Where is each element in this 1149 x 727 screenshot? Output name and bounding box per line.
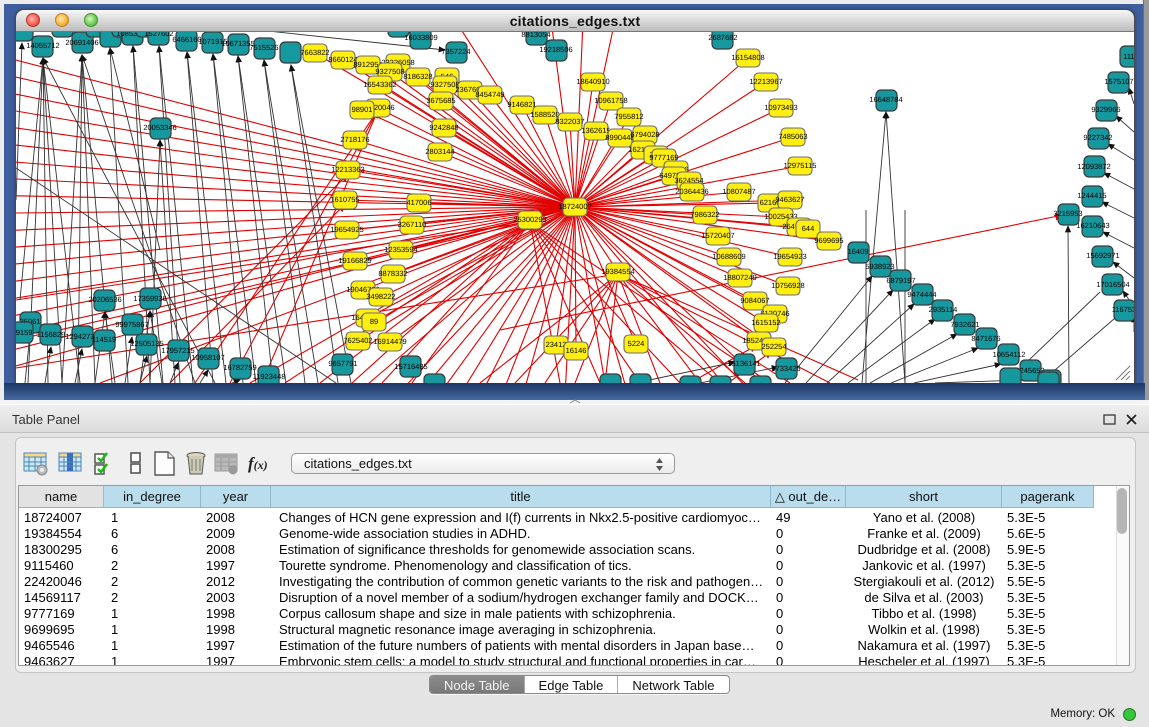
svg-text:23412: 23412	[546, 340, 567, 349]
svg-text:9084067: 9084067	[740, 296, 769, 305]
svg-text:98901: 98901	[352, 105, 373, 114]
svg-text:3498222: 3498222	[366, 292, 395, 301]
svg-text:2687682: 2687682	[708, 33, 737, 42]
svg-text:17016504: 17016504	[1096, 280, 1129, 289]
svg-text:20053346: 20053346	[143, 123, 176, 132]
svg-text:6879197: 6879197	[886, 276, 915, 285]
svg-text:9242848: 9242848	[429, 123, 458, 132]
svg-text:19218506: 19218506	[539, 45, 572, 54]
svg-text:16543362: 16543362	[363, 80, 396, 89]
svg-text:8471676: 8471676	[971, 334, 1000, 343]
svg-text:15720407: 15720407	[701, 231, 734, 240]
svg-text:89: 89	[370, 317, 378, 326]
svg-text:12213967: 12213967	[749, 77, 782, 86]
svg-text:6466160: 6466160	[172, 35, 201, 44]
svg-text:2718176: 2718176	[340, 135, 369, 144]
svg-text:8813054: 8813054	[521, 32, 550, 39]
svg-text:7663822: 7663822	[300, 48, 329, 57]
svg-text:417006: 417006	[406, 198, 431, 207]
svg-text:10688609: 10688609	[712, 252, 745, 261]
svg-text:25300293: 25300293	[513, 215, 546, 224]
svg-text:17957215: 17957215	[161, 346, 194, 355]
svg-text:12505135: 12505135	[130, 339, 163, 348]
svg-text:10756928: 10756928	[771, 281, 804, 290]
svg-text:16033809: 16033809	[404, 33, 437, 42]
svg-text:19654925: 19654925	[330, 225, 363, 234]
svg-text:116753: 116753	[1112, 305, 1134, 314]
svg-text:2803144: 2803144	[425, 147, 454, 156]
svg-text:16782759: 16782759	[223, 363, 256, 372]
svg-text:7515526: 7515526	[249, 43, 278, 52]
svg-text:1117: 1117	[1123, 52, 1134, 61]
svg-text:7625402: 7625402	[343, 336, 372, 345]
svg-text:15692971: 15692971	[1086, 251, 1119, 260]
svg-text:9463627: 9463627	[775, 195, 804, 204]
svg-text:2935114: 2935114	[929, 305, 958, 314]
svg-text:9699695: 9699695	[814, 236, 843, 245]
svg-text:15136141: 15136141	[727, 359, 760, 368]
svg-text:19654923: 19654923	[773, 252, 806, 261]
svg-text:9327508: 9327508	[375, 67, 404, 76]
svg-text:39159: 39159	[16, 328, 32, 337]
svg-text:8878332: 8878332	[378, 269, 407, 278]
svg-text:1244415: 1244415	[1077, 191, 1106, 200]
svg-text:10654112: 10654112	[993, 350, 1026, 359]
svg-text:20691406: 20691406	[65, 38, 98, 47]
svg-text:20364436: 20364436	[675, 187, 708, 196]
svg-text:16146: 16146	[566, 346, 587, 355]
svg-text:16648784: 16648784	[869, 95, 902, 104]
svg-text:5938923: 5938923	[865, 262, 894, 271]
svg-text:1156829: 1156829	[37, 330, 66, 339]
svg-text:1733426: 1733426	[771, 364, 800, 373]
svg-text:1610755: 1610755	[330, 195, 359, 204]
svg-text:19384554: 19384554	[601, 267, 634, 276]
svg-text:3215953: 3215953	[1053, 209, 1082, 218]
svg-text:11923448: 11923448	[253, 372, 286, 381]
svg-text:16154808: 16154808	[731, 53, 764, 62]
svg-text:8322037: 8322037	[555, 117, 584, 126]
svg-text:10973493: 10973493	[764, 103, 797, 112]
svg-text:9146821: 9146821	[507, 100, 536, 109]
svg-text:1615152: 1615152	[751, 318, 780, 327]
svg-text:16210643: 16210643	[1076, 221, 1109, 230]
svg-text:10807487: 10807487	[722, 187, 755, 196]
svg-text:7485063: 7485063	[778, 132, 807, 141]
svg-text:15716485: 15716485	[394, 362, 427, 371]
svg-text:114519: 114519	[92, 335, 116, 344]
svg-text:7955812: 7955812	[614, 112, 643, 121]
svg-text:18807249: 18807249	[723, 273, 756, 282]
svg-text:3267110: 3267110	[398, 220, 427, 229]
svg-text:12213363: 12213363	[331, 165, 364, 174]
svg-text:6794028: 6794028	[630, 130, 659, 139]
svg-text:5224: 5224	[628, 339, 645, 348]
svg-text:19166829: 19166829	[338, 256, 371, 265]
svg-text:1527602: 1527602	[144, 32, 173, 38]
svg-text:12353594: 12353594	[384, 245, 417, 254]
svg-text:9657791: 9657791	[328, 359, 357, 368]
svg-text:12975115: 12975115	[784, 161, 817, 170]
svg-text:10958107: 10958107	[191, 353, 224, 362]
svg-text:1575107: 1575107	[1104, 77, 1133, 86]
svg-text:18640910: 18640910	[576, 77, 609, 86]
svg-text:7986322: 7986322	[690, 210, 719, 219]
svg-text:10961758: 10961758	[594, 96, 627, 105]
svg-text:9474444: 9474444	[907, 290, 936, 299]
svg-text:17359936: 17359936	[133, 294, 166, 303]
svg-text:99975867: 99975867	[115, 320, 148, 329]
svg-text:9227342: 9227342	[1083, 133, 1112, 142]
svg-text:644: 644	[802, 224, 815, 233]
svg-text:18724007: 18724007	[558, 202, 591, 211]
svg-text:14055712: 14055712	[26, 41, 59, 50]
svg-text:20206536: 20206536	[88, 295, 121, 304]
svg-text:12093872: 12093872	[1077, 162, 1110, 171]
svg-text:16409: 16409	[848, 247, 869, 256]
svg-text:9329966: 9329966	[1091, 105, 1120, 114]
svg-text:8186328: 8186328	[403, 72, 432, 81]
svg-text:8454749: 8454749	[475, 90, 504, 99]
svg-text:7357224: 7357224	[441, 47, 470, 56]
svg-text:7932621: 7932621	[950, 320, 979, 329]
svg-text:3675685: 3675685	[426, 96, 455, 105]
svg-text:252254: 252254	[761, 342, 786, 351]
svg-text:16914479: 16914479	[373, 337, 406, 346]
